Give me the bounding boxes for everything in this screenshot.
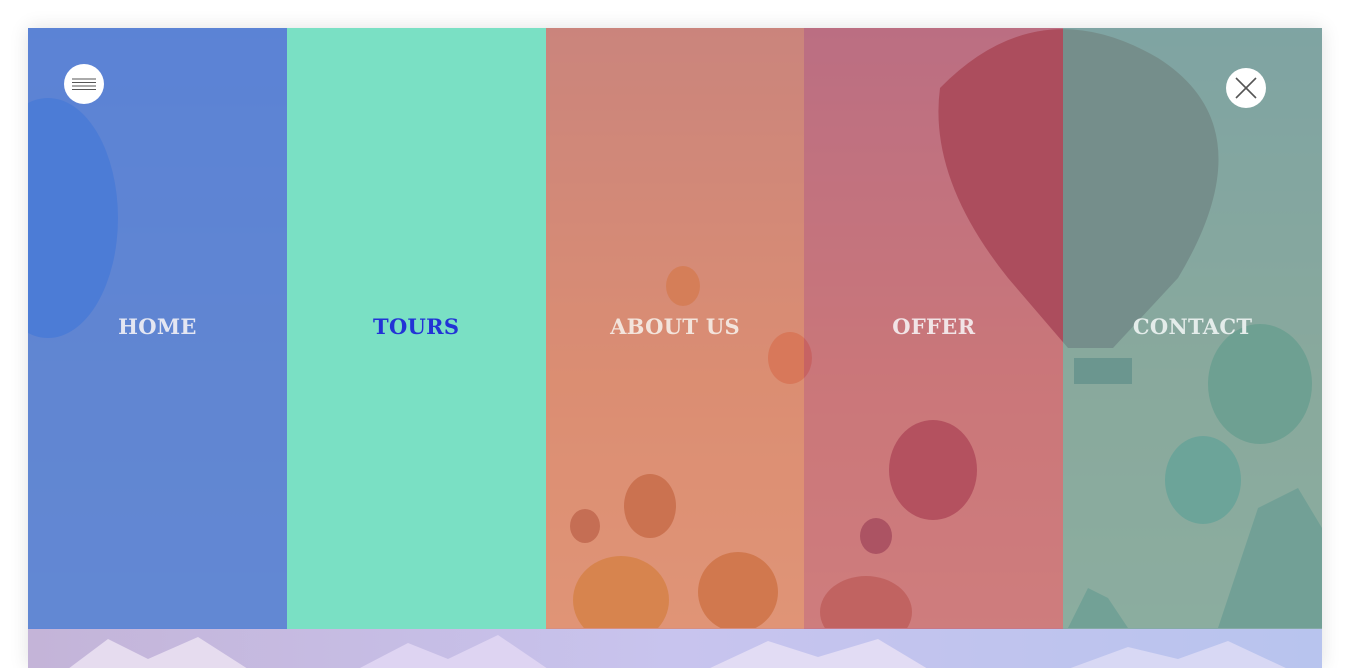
nav-item-label-about-us: ABOUT US <box>610 314 740 339</box>
close-menu-button[interactable] <box>1226 68 1266 108</box>
nav-item-offer[interactable]: OFFER <box>804 28 1064 629</box>
nav-item-contact[interactable]: CONTACT <box>1063 28 1322 629</box>
nav-item-about-us[interactable]: ABOUT US <box>545 28 805 629</box>
hamburger-icon <box>72 78 96 90</box>
close-icon <box>1235 77 1257 99</box>
fullscreen-nav-menu: HOME TOURS ABOUT US OFFER CONTACT <box>28 28 1322 629</box>
nav-item-home[interactable]: HOME <box>28 28 287 629</box>
nav-item-label-offer: OFFER <box>892 314 976 339</box>
nav-item-label-tours: TOURS <box>373 314 460 339</box>
nav-item-label-home: HOME <box>118 314 197 339</box>
nav-item-label-contact: CONTACT <box>1132 314 1253 339</box>
page-frame: HOME TOURS ABOUT US OFFER CONTACT <box>28 28 1322 668</box>
menu-toggle-button[interactable] <box>64 64 104 104</box>
nav-item-tours[interactable]: TOURS <box>286 28 546 629</box>
hero-image-strip <box>28 629 1322 668</box>
